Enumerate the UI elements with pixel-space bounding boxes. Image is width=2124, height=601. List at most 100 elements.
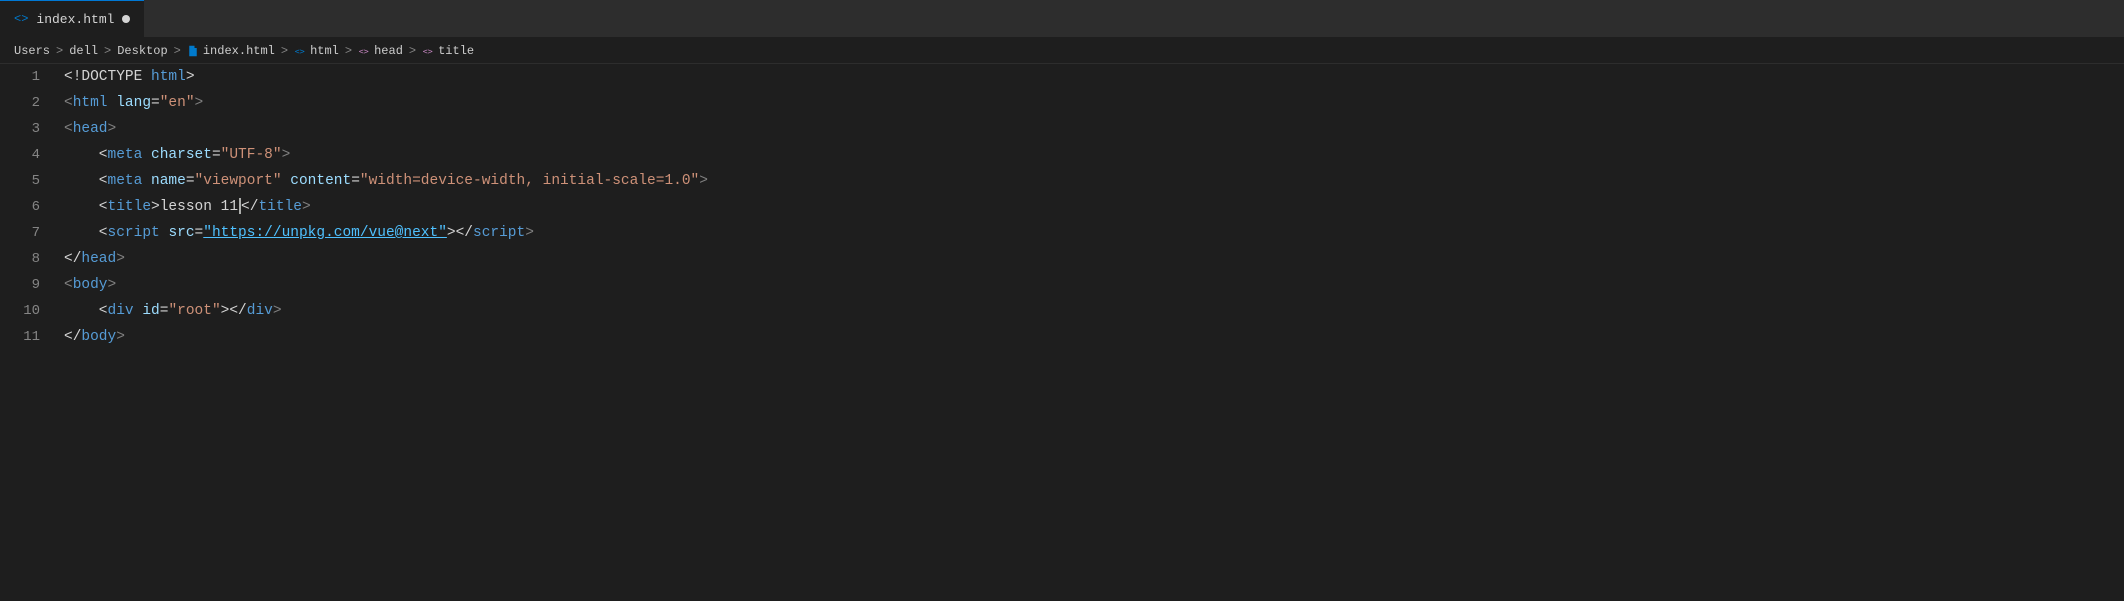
syntax-token: html bbox=[151, 69, 186, 85]
html-tag-icon: <> bbox=[294, 45, 306, 57]
syntax-token bbox=[142, 147, 151, 163]
syntax-token: > bbox=[525, 225, 534, 241]
syntax-token: "root" bbox=[168, 303, 220, 319]
code-line: 3<head> bbox=[0, 116, 2124, 142]
syntax-token: < bbox=[64, 303, 108, 319]
line-content: <div id="root"></div> bbox=[60, 298, 2124, 324]
breadcrumb-desktop-label: Desktop bbox=[117, 44, 167, 58]
syntax-token: title bbox=[258, 199, 302, 215]
syntax-token bbox=[108, 95, 117, 111]
syntax-token: > bbox=[302, 199, 311, 215]
line-content: <title>lesson 11</title> bbox=[60, 194, 2124, 220]
syntax-token: script bbox=[108, 225, 160, 241]
breadcrumb-filename-label: index.html bbox=[203, 44, 275, 58]
syntax-token: > bbox=[116, 329, 125, 345]
code-line: 8</head> bbox=[0, 246, 2124, 272]
breadcrumb-title-label: title bbox=[438, 44, 474, 58]
syntax-token: >lesson 11 bbox=[151, 199, 238, 215]
code-line: 11</body> bbox=[0, 324, 2124, 350]
syntax-token: > bbox=[282, 147, 291, 163]
syntax-token: head bbox=[81, 251, 116, 267]
unsaved-indicator bbox=[122, 15, 130, 23]
syntax-token: < bbox=[64, 277, 73, 293]
syntax-token: "en" bbox=[160, 95, 195, 111]
head-tag-icon: <> bbox=[358, 45, 370, 57]
breadcrumb-head-label: head bbox=[374, 44, 403, 58]
syntax-token: meta bbox=[108, 147, 143, 163]
line-number: 6 bbox=[0, 194, 60, 220]
breadcrumb-sep-2: > bbox=[104, 44, 111, 58]
syntax-token: "width=device-width, initial-scale=1.0" bbox=[360, 173, 699, 189]
breadcrumb-sep-4: > bbox=[281, 44, 288, 58]
syntax-token bbox=[282, 173, 291, 189]
file-tab-icon: <> bbox=[14, 12, 28, 26]
file-breadcrumb-icon bbox=[187, 45, 199, 57]
syntax-token: > bbox=[273, 303, 282, 319]
code-line: 1<!DOCTYPE html> bbox=[0, 64, 2124, 90]
code-line: 4 <meta charset="UTF-8"> bbox=[0, 142, 2124, 168]
title-tag-icon: <> bbox=[422, 45, 434, 57]
breadcrumb-head-tag: <> head bbox=[358, 44, 403, 58]
tab-bar: <> index.html bbox=[0, 0, 2124, 38]
syntax-token: </ bbox=[64, 251, 81, 267]
syntax-token: name bbox=[151, 173, 186, 189]
code-line: 6 <title>lesson 11</title> bbox=[0, 194, 2124, 220]
syntax-token: charset bbox=[151, 147, 212, 163]
line-number: 7 bbox=[0, 220, 60, 246]
syntax-token: = bbox=[212, 147, 221, 163]
syntax-token: div bbox=[247, 303, 273, 319]
code-line: 9<body> bbox=[0, 272, 2124, 298]
breadcrumb: Users > dell > Desktop > index.html > <>… bbox=[0, 38, 2124, 64]
syntax-token: meta bbox=[108, 173, 143, 189]
code-line: 5 <meta name="viewport" content="width=d… bbox=[0, 168, 2124, 194]
syntax-token: div bbox=[108, 303, 134, 319]
syntax-token: body bbox=[81, 329, 116, 345]
syntax-token: "https://unpkg.com/vue@next" bbox=[203, 225, 447, 241]
syntax-token: < bbox=[64, 225, 108, 241]
breadcrumb-desktop: Desktop bbox=[117, 44, 167, 58]
breadcrumb-file: index.html bbox=[187, 44, 275, 58]
line-number: 3 bbox=[0, 116, 60, 142]
syntax-token: > bbox=[108, 277, 117, 293]
syntax-token: body bbox=[73, 277, 108, 293]
file-tab[interactable]: <> index.html bbox=[0, 0, 144, 38]
breadcrumb-sep-3: > bbox=[174, 44, 181, 58]
syntax-token: id bbox=[142, 303, 159, 319]
syntax-token: "viewport" bbox=[195, 173, 282, 189]
syntax-token: > bbox=[108, 121, 117, 137]
syntax-token: = bbox=[351, 173, 360, 189]
line-number: 11 bbox=[0, 324, 60, 350]
breadcrumb-sep-6: > bbox=[409, 44, 416, 58]
syntax-token: < bbox=[64, 95, 73, 111]
breadcrumb-html-label: html bbox=[310, 44, 339, 58]
syntax-token: < bbox=[64, 199, 108, 215]
syntax-token: > bbox=[195, 95, 204, 111]
line-number: 5 bbox=[0, 168, 60, 194]
syntax-token: lang bbox=[116, 95, 151, 111]
line-content: <html lang="en"> bbox=[60, 90, 2124, 116]
syntax-token: "UTF-8" bbox=[221, 147, 282, 163]
syntax-token: head bbox=[73, 121, 108, 137]
syntax-token: > bbox=[699, 173, 708, 189]
file-tab-name: index.html bbox=[36, 12, 114, 27]
breadcrumb-dell: dell bbox=[69, 44, 98, 58]
syntax-token: = bbox=[186, 173, 195, 189]
code-editor[interactable]: 1<!DOCTYPE html>2<html lang="en">3<head>… bbox=[0, 64, 2124, 350]
syntax-token: html bbox=[73, 95, 108, 111]
line-content: <body> bbox=[60, 272, 2124, 298]
svg-text:<>: <> bbox=[359, 46, 369, 56]
code-line: 2<html lang="en"> bbox=[0, 90, 2124, 116]
line-number: 9 bbox=[0, 272, 60, 298]
line-content: <head> bbox=[60, 116, 2124, 142]
line-number: 8 bbox=[0, 246, 60, 272]
line-number: 10 bbox=[0, 298, 60, 324]
breadcrumb-dell-label: dell bbox=[69, 44, 98, 58]
line-number: 4 bbox=[0, 142, 60, 168]
syntax-token: title bbox=[108, 199, 152, 215]
syntax-token: <!DOCTYPE bbox=[64, 69, 151, 85]
code-line: 7 <script src="https://unpkg.com/vue@nex… bbox=[0, 220, 2124, 246]
breadcrumb-sep-1: > bbox=[56, 44, 63, 58]
syntax-token: < bbox=[64, 147, 108, 163]
breadcrumb-users: Users bbox=[14, 44, 50, 58]
breadcrumb-users-label: Users bbox=[14, 44, 50, 58]
